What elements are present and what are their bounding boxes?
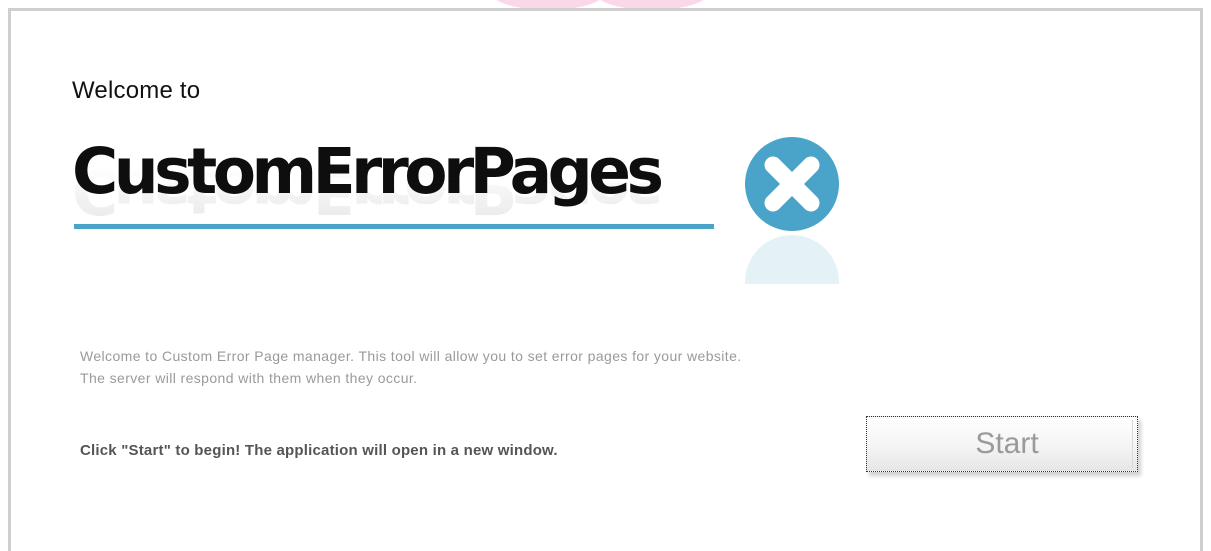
start-button-label: Start <box>975 427 1039 460</box>
close-x-icon <box>744 136 840 232</box>
start-button[interactable]: Start <box>866 416 1138 472</box>
welcome-heading: Welcome to <box>72 77 201 104</box>
x-icon-reflection <box>744 234 840 284</box>
logo-underline <box>74 224 714 229</box>
app-logo: CustomErrorPages CustomErrorPages <box>72 126 852 306</box>
logo-wordmark: CustomErrorPages <box>72 135 664 208</box>
button-edge-divider <box>1132 420 1133 468</box>
intro-description: Welcome to Custom Error Page manager. Th… <box>80 348 742 386</box>
start-instruction: Click "Start" to begin! The application … <box>80 442 558 459</box>
